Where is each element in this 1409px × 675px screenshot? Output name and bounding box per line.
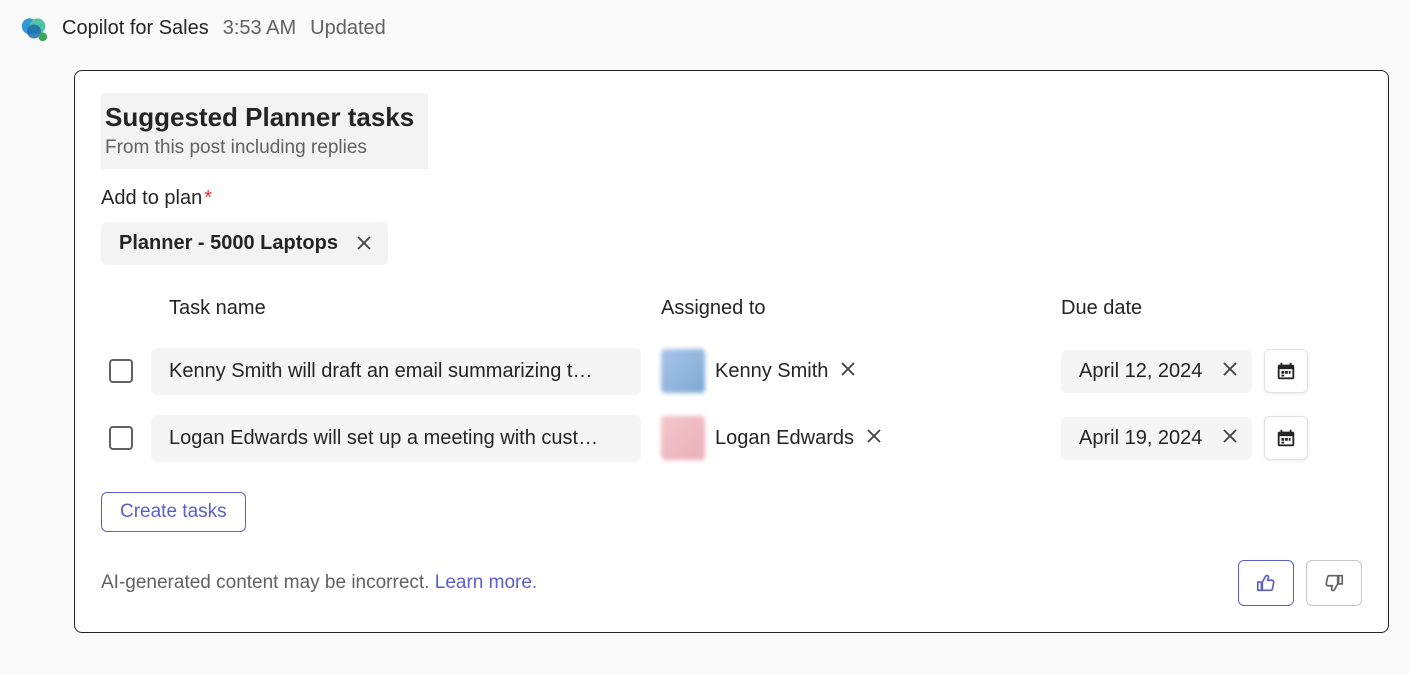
avatar — [661, 349, 705, 393]
feedback-buttons — [1238, 560, 1362, 606]
app-name: Copilot for Sales — [62, 17, 209, 40]
plan-chip-text: Planner - 5000 Laptops — [119, 232, 338, 255]
col-due-date: Due date — [1061, 297, 1371, 320]
calendar-icon — [1275, 427, 1297, 449]
date-chip[interactable]: April 19, 2024 — [1061, 417, 1252, 460]
clear-plan-icon[interactable] — [354, 233, 374, 253]
clear-date-icon[interactable] — [1222, 428, 1238, 449]
remove-assignee-icon[interactable] — [866, 428, 882, 449]
plan-chip[interactable]: Planner - 5000 Laptops — [101, 222, 388, 265]
task-checkbox[interactable] — [109, 426, 133, 450]
task-table: Task name Assigned to Due date Kenny Smi… — [101, 289, 1362, 472]
plan-field-label: Add to plan* — [101, 187, 1362, 210]
disclaimer-text: AI-generated content may be incorrect. — [101, 572, 429, 593]
col-task-name: Task name — [151, 297, 661, 320]
thumbs-down-icon — [1323, 572, 1345, 594]
due-date-cell: April 12, 2024 — [1061, 349, 1371, 393]
assignee-cell: Kenny Smith — [661, 349, 1061, 393]
remove-assignee-icon[interactable] — [840, 361, 856, 382]
task-name-input[interactable]: Logan Edwards will set up a meeting with… — [151, 415, 641, 462]
calendar-button[interactable] — [1264, 349, 1308, 393]
avatar — [661, 416, 705, 460]
card-title: Suggested Planner tasks — [105, 101, 414, 135]
task-name-input[interactable]: Kenny Smith will draft an email summariz… — [151, 348, 641, 395]
status-label: Updated — [310, 17, 386, 40]
assignee-cell: Logan Edwards — [661, 416, 1061, 460]
calendar-button[interactable] — [1264, 416, 1308, 460]
timestamp: 3:53 AM — [223, 17, 296, 40]
date-text: April 12, 2024 — [1079, 360, 1202, 383]
assignee-name: Logan Edwards — [715, 427, 854, 450]
due-date-cell: April 19, 2024 — [1061, 416, 1371, 460]
card-footer: AI-generated content may be incorrect. L… — [101, 560, 1362, 606]
learn-more-link[interactable]: Learn more. — [435, 572, 537, 593]
ai-disclaimer: AI-generated content may be incorrect. L… — [101, 572, 537, 594]
title-block: Suggested Planner tasks From this post i… — [101, 93, 428, 169]
calendar-icon — [1275, 360, 1297, 382]
table-header: Task name Assigned to Due date — [101, 289, 1362, 338]
thumbs-down-button[interactable] — [1306, 560, 1362, 606]
date-chip[interactable]: April 12, 2024 — [1061, 350, 1252, 393]
col-assigned-to: Assigned to — [661, 297, 1061, 320]
required-asterisk: * — [204, 187, 212, 209]
clear-date-icon[interactable] — [1222, 361, 1238, 382]
thumbs-up-button[interactable] — [1238, 560, 1294, 606]
copilot-icon — [20, 14, 48, 42]
task-checkbox[interactable] — [109, 359, 133, 383]
card-subtitle: From this post including replies — [105, 137, 414, 159]
thumbs-up-icon — [1255, 572, 1277, 594]
suggested-tasks-card: Suggested Planner tasks From this post i… — [74, 70, 1389, 633]
date-text: April 19, 2024 — [1079, 427, 1202, 450]
app-header: Copilot for Sales 3:53 AM Updated — [0, 0, 1409, 56]
assignee-name: Kenny Smith — [715, 360, 828, 383]
task-row: Logan Edwards will set up a meeting with… — [101, 405, 1362, 472]
task-row: Kenny Smith will draft an email summariz… — [101, 338, 1362, 405]
plan-label-text: Add to plan — [101, 187, 202, 209]
create-tasks-button[interactable]: Create tasks — [101, 492, 246, 532]
